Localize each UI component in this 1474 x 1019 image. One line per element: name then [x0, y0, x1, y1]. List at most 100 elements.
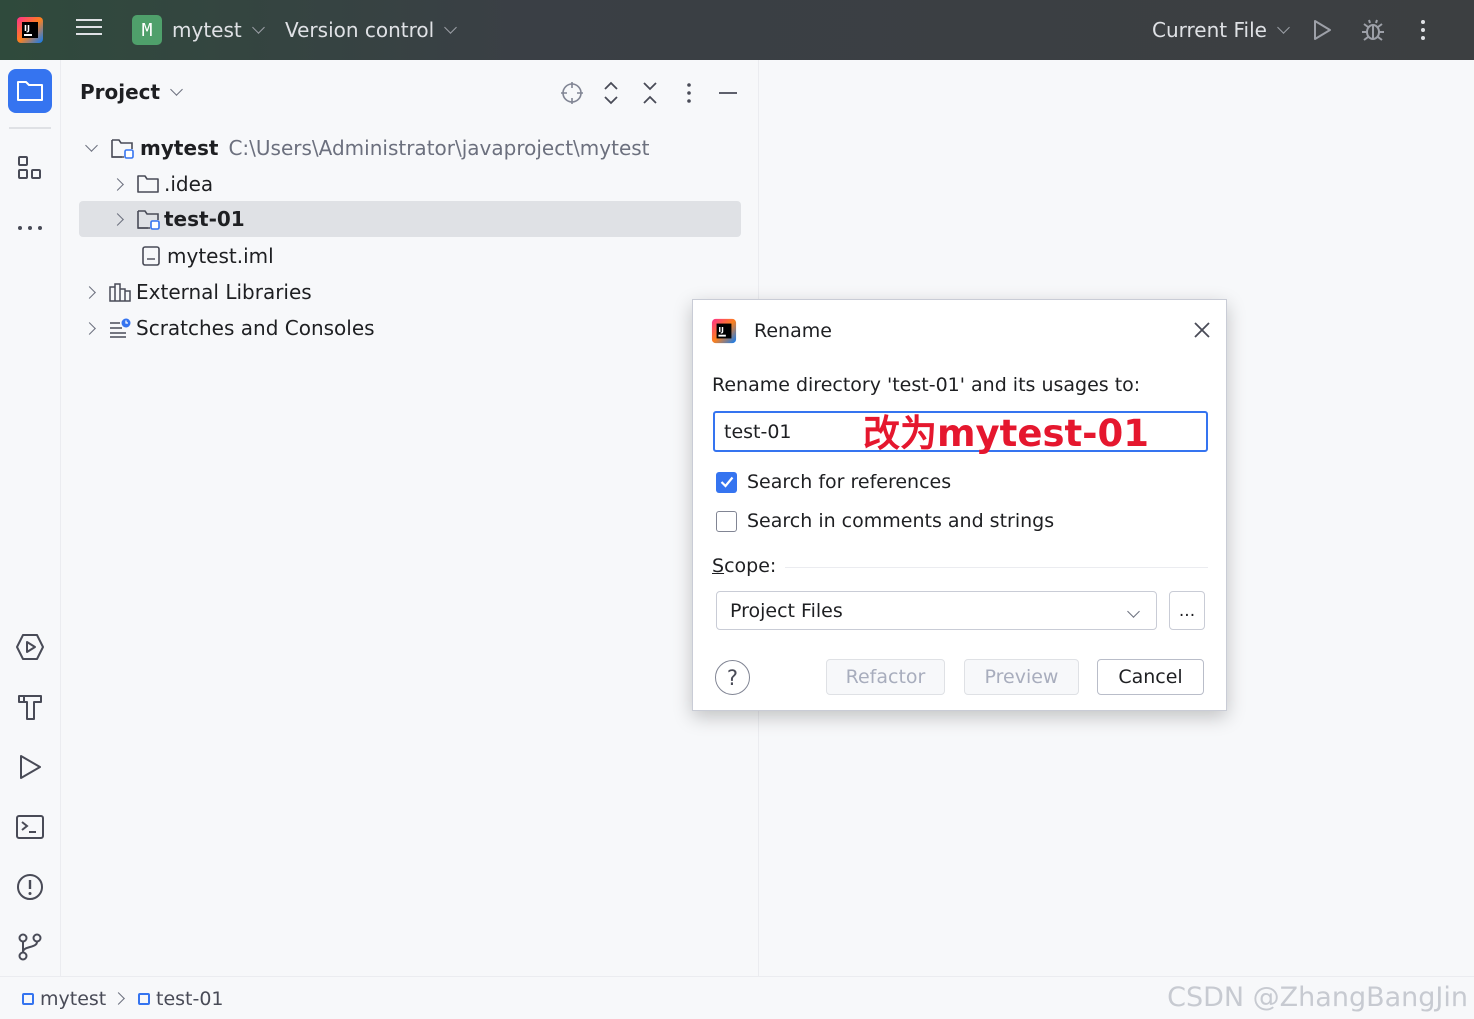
chevron-right-icon[interactable]: [83, 285, 96, 299]
search-comments-checkbox[interactable]: [716, 510, 737, 532]
chevron-down-icon: [170, 83, 183, 96]
module-folder-icon: [111, 139, 134, 159]
more-tools-button[interactable]: [8, 206, 52, 250]
build-tool-button[interactable]: [8, 685, 52, 729]
expand-all-icon[interactable]: [600, 78, 622, 108]
git-tool-button[interactable]: [8, 925, 52, 969]
project-panel: Project mytest C:\Users\Administrator\ja…: [61, 60, 759, 976]
chevron-right-icon[interactable]: [111, 212, 124, 226]
tree-item-idea[interactable]: .idea: [79, 166, 741, 202]
scratches-icon: [110, 318, 131, 338]
breadcrumb-separator: [112, 977, 125, 1019]
strip-divider: [9, 127, 51, 129]
search-references-option[interactable]: Search for references: [716, 471, 951, 493]
tree-item-mytest[interactable]: mytest C:\Users\Administrator\javaprojec…: [79, 130, 741, 166]
run-tool-button[interactable]: [8, 745, 52, 789]
scope-browse-button[interactable]: ...: [1169, 591, 1205, 630]
rename-dialog: IJ Rename Rename directory 'test-01' and…: [692, 299, 1227, 711]
project-name: mytest: [172, 18, 242, 42]
terminal-tool-button[interactable]: [8, 805, 52, 849]
problems-tool-button[interactable]: [8, 865, 52, 909]
intellij-logo-icon[interactable]: IJ: [16, 16, 44, 44]
project-path: C:\Users\Administrator\javaproject\mytes…: [228, 136, 650, 160]
hide-panel-icon[interactable]: [717, 78, 739, 108]
svg-text:IJ: IJ: [718, 325, 724, 334]
scope-label: Scope:: [712, 555, 776, 577]
module-icon: [138, 992, 150, 1005]
breadcrumb-label: mytest: [40, 987, 107, 1010]
structure-tool-button[interactable]: [8, 146, 52, 190]
checkmark-icon: [720, 476, 733, 488]
file-icon: [142, 246, 160, 266]
search-comments-label: Search in comments and strings: [747, 510, 1055, 532]
tree-item-label: mytest.iml: [167, 244, 274, 268]
scope-separator: [785, 567, 1208, 568]
cancel-button[interactable]: Cancel: [1097, 659, 1204, 695]
chevron-right-icon[interactable]: [83, 321, 96, 335]
breadcrumb-mytest[interactable]: mytest: [22, 977, 106, 1019]
tree-item-external-libraries[interactable]: External Libraries: [79, 274, 741, 310]
git-branch-icon: [18, 933, 42, 961]
intellij-logo-icon: IJ: [711, 318, 737, 344]
breadcrumb-test-01[interactable]: test-01: [138, 977, 224, 1019]
libraries-icon: [109, 283, 131, 302]
panel-title: Project: [80, 80, 161, 104]
run-config-selector[interactable]: Current File: [1152, 0, 1290, 60]
scope-value: Project Files: [730, 599, 843, 622]
services-icon: [16, 634, 44, 660]
main-menu-icon[interactable]: [76, 19, 102, 41]
tree-item-scratches[interactable]: Scratches and Consoles: [79, 310, 741, 346]
services-tool-button[interactable]: [8, 625, 52, 669]
chevron-down-icon: [1277, 21, 1290, 34]
chevron-down-icon[interactable]: [85, 139, 98, 152]
chevron-right-icon: [112, 992, 125, 1005]
version-control-menu[interactable]: Version control: [285, 0, 458, 60]
module-folder-icon: [137, 210, 160, 230]
tree-item-mytest-iml[interactable]: mytest.iml: [79, 238, 741, 274]
debug-icon[interactable]: [1360, 17, 1386, 43]
problems-icon: [17, 874, 43, 900]
title-bar: IJ M mytest Version control Current File: [0, 0, 1474, 60]
hammer-icon: [18, 695, 42, 720]
search-comments-option[interactable]: Search in comments and strings: [716, 510, 1054, 532]
refactor-button[interactable]: Refactor: [826, 659, 945, 695]
tree-item-test-01[interactable]: test-01: [79, 201, 741, 237]
folder-icon: [137, 175, 159, 193]
rename-prompt: Rename directory 'test-01' and its usage…: [712, 374, 1141, 396]
collapse-all-icon[interactable]: [639, 78, 661, 108]
project-tool-button[interactable]: [8, 69, 52, 113]
help-button[interactable]: ?: [715, 660, 750, 695]
tree-item-label: Scratches and Consoles: [136, 316, 375, 340]
red-annotation: 改为mytest-01: [863, 412, 1150, 455]
search-references-label: Search for references: [747, 471, 952, 493]
version-control-label: Version control: [285, 18, 435, 42]
more-vertical-icon[interactable]: [1413, 18, 1433, 42]
breadcrumb-label: test-01: [156, 987, 224, 1010]
more-horizontal-icon: [18, 226, 42, 230]
chevron-right-icon[interactable]: [111, 177, 124, 191]
tool-window-strip: [0, 60, 61, 976]
run-icon[interactable]: [1310, 18, 1334, 42]
structure-icon: [18, 156, 41, 179]
scope-label-text: cope:: [724, 555, 777, 577]
tree-item-label: test-01: [164, 207, 245, 231]
locate-icon[interactable]: [560, 78, 584, 108]
tree-item-label: External Libraries: [136, 280, 312, 304]
chevron-down-icon: [444, 21, 458, 34]
panel-title-dropdown[interactable]: Project: [80, 80, 183, 104]
svg-text:IJ: IJ: [24, 24, 30, 33]
tree-item-label: mytest: [140, 136, 219, 160]
search-references-checkbox[interactable]: [716, 471, 737, 493]
project-selector[interactable]: M mytest: [132, 0, 265, 60]
scope-select[interactable]: Project Files: [716, 591, 1157, 630]
folder-icon: [17, 81, 43, 101]
close-icon[interactable]: [1192, 320, 1212, 340]
preview-button[interactable]: Preview: [964, 659, 1079, 695]
chevron-down-icon: [1127, 605, 1140, 618]
terminal-icon: [16, 815, 44, 839]
tree-item-label: .idea: [164, 172, 214, 196]
module-icon: [22, 992, 34, 1005]
run-icon: [20, 755, 41, 779]
project-badge: M: [132, 15, 162, 45]
options-icon[interactable]: [679, 78, 699, 108]
